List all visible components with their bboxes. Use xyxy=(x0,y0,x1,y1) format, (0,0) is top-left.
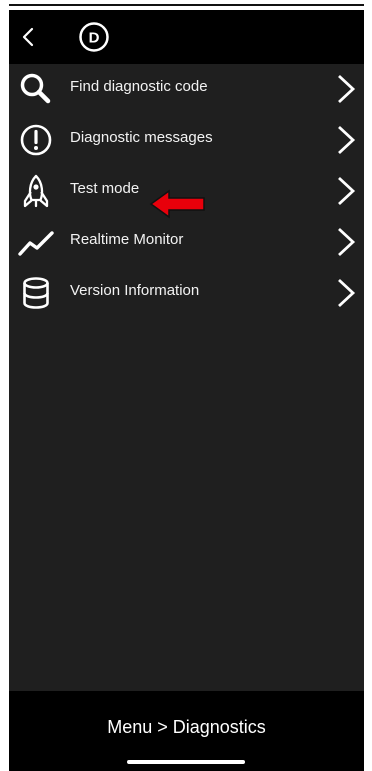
breadcrumb: Menu > Diagnostics xyxy=(107,717,266,737)
menu-item-label: Realtime Monitor xyxy=(70,231,184,248)
top-divider xyxy=(9,4,364,6)
back-button[interactable] xyxy=(13,22,43,52)
chevron-left-icon xyxy=(22,27,34,47)
home-indicator[interactable] xyxy=(127,760,245,764)
menu-item-diagnostic-messages[interactable]: Diagnostic messages xyxy=(9,115,364,165)
screenshot-frame: D Find diagnostic code Diagnostic messag… xyxy=(0,0,372,771)
logo-letter: D xyxy=(89,30,100,47)
brand-logo: D xyxy=(79,22,109,52)
exclamation-circle-icon xyxy=(20,124,52,156)
search-icon xyxy=(20,73,51,104)
menu-item-label: Find diagnostic code xyxy=(70,78,208,95)
footer-bar: Menu > Diagnostics xyxy=(9,691,364,771)
app-screen: D Find diagnostic code Diagnostic messag… xyxy=(9,10,364,771)
menu-item-find-diagnostic-code[interactable]: Find diagnostic code xyxy=(9,64,364,114)
chevron-right-icon xyxy=(338,74,356,104)
header-bar: D xyxy=(9,10,364,64)
rocket-icon xyxy=(23,174,49,208)
menu-item-version-information[interactable]: Version Information xyxy=(9,268,364,318)
menu-item-label: Test mode xyxy=(70,180,140,197)
chevron-right-icon xyxy=(338,278,356,308)
menu-item-realtime-monitor[interactable]: Realtime Monitor xyxy=(9,217,364,267)
menu-item-label: Diagnostic messages xyxy=(70,129,213,146)
menu-list: Find diagnostic code Diagnostic messages xyxy=(9,64,364,691)
menu-item-label: Version Information xyxy=(70,282,200,299)
database-icon xyxy=(23,277,49,309)
red-arrow-left-icon xyxy=(149,189,205,219)
line-chart-icon xyxy=(18,231,54,256)
chevron-right-icon xyxy=(338,125,356,155)
chevron-right-icon xyxy=(338,176,356,206)
chevron-right-icon xyxy=(338,227,356,257)
